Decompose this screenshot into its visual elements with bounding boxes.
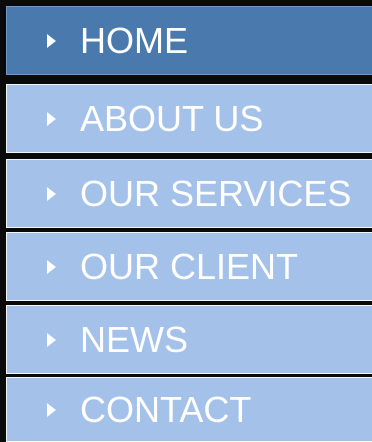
menu-item-label: NEWS (80, 318, 188, 360)
triangle-right-icon (47, 111, 56, 126)
menu-item-label: HOME (80, 19, 188, 61)
triangle-right-icon (47, 259, 56, 274)
triangle-right-icon (47, 402, 56, 417)
menu-item-news[interactable]: NEWS (6, 305, 372, 374)
triangle-right-icon (47, 33, 56, 48)
menu-item-label: OUR SERVICES (80, 172, 352, 214)
triangle-right-icon (47, 332, 56, 347)
triangle-right-icon (47, 186, 56, 201)
menu-item-about-us[interactable]: ABOUT US (6, 84, 372, 153)
menu-item-label: ABOUT US (80, 97, 264, 139)
menu-item-label: OUR CLIENT (80, 245, 299, 287)
menu-item-our-client[interactable]: OUR CLIENT (6, 232, 372, 301)
menu-item-our-services[interactable]: OUR SERVICES (6, 159, 372, 228)
menu-item-label: CONTACT (80, 388, 252, 430)
menu-item-home[interactable]: HOME (6, 6, 372, 75)
navigation-menu: HOME ABOUT US OUR SERVICES OUR CLIENT NE… (0, 0, 372, 442)
menu-item-contact[interactable]: CONTACT (6, 377, 372, 442)
